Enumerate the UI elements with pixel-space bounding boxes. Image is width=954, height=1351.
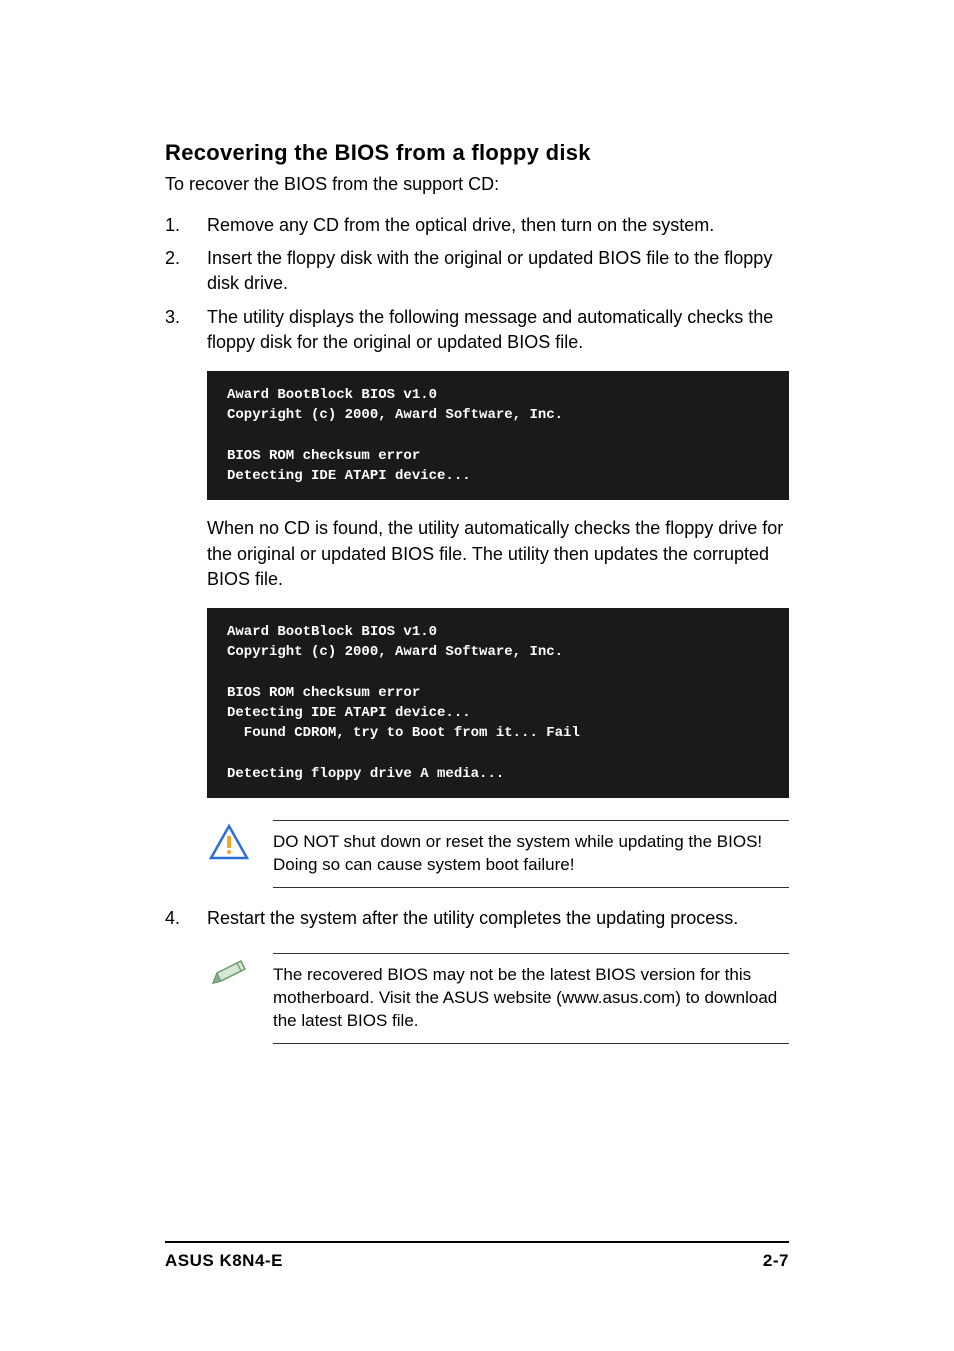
step-text: Insert the floppy disk with the original…	[207, 246, 789, 296]
footer-product: ASUS K8N4-E	[165, 1251, 283, 1271]
bios-output-block-1: Award BootBlock BIOS v1.0 Copyright (c) …	[207, 371, 789, 500]
step-text: Restart the system after the utility com…	[207, 906, 789, 931]
footer-page-number: 2-7	[763, 1251, 789, 1271]
list-item: 1. Remove any CD from the optical drive,…	[165, 213, 789, 238]
list-item: 2. Insert the floppy disk with the origi…	[165, 246, 789, 296]
page-content: Recovering the BIOS from a floppy disk T…	[0, 0, 954, 1044]
page-footer: ASUS K8N4-E 2-7	[165, 1241, 789, 1271]
note-text: The recovered BIOS may not be the latest…	[273, 953, 789, 1044]
intro-text: To recover the BIOS from the support CD:	[165, 174, 789, 195]
step-number: 1.	[165, 213, 207, 238]
list-item: 3. The utility displays the following me…	[165, 305, 789, 355]
step-number: 4.	[165, 906, 207, 931]
warning-icon	[207, 820, 255, 867]
note-callout: The recovered BIOS may not be the latest…	[207, 953, 789, 1044]
step-text: The utility displays the following messa…	[207, 305, 789, 355]
step-text: Remove any CD from the optical drive, th…	[207, 213, 789, 238]
step-number: 3.	[165, 305, 207, 355]
warning-callout: DO NOT shut down or reset the system whi…	[207, 820, 789, 888]
pencil-icon	[207, 953, 255, 996]
list-item: 4. Restart the system after the utility …	[165, 906, 789, 931]
warning-text: DO NOT shut down or reset the system whi…	[273, 820, 789, 888]
section-heading: Recovering the BIOS from a floppy disk	[165, 140, 789, 166]
step-number: 2.	[165, 246, 207, 296]
bios-output-block-2: Award BootBlock BIOS v1.0 Copyright (c) …	[207, 608, 789, 798]
steps-list: 1. Remove any CD from the optical drive,…	[165, 213, 789, 355]
paragraph: When no CD is found, the utility automat…	[207, 516, 789, 592]
steps-list-continued: 4. Restart the system after the utility …	[165, 906, 789, 931]
